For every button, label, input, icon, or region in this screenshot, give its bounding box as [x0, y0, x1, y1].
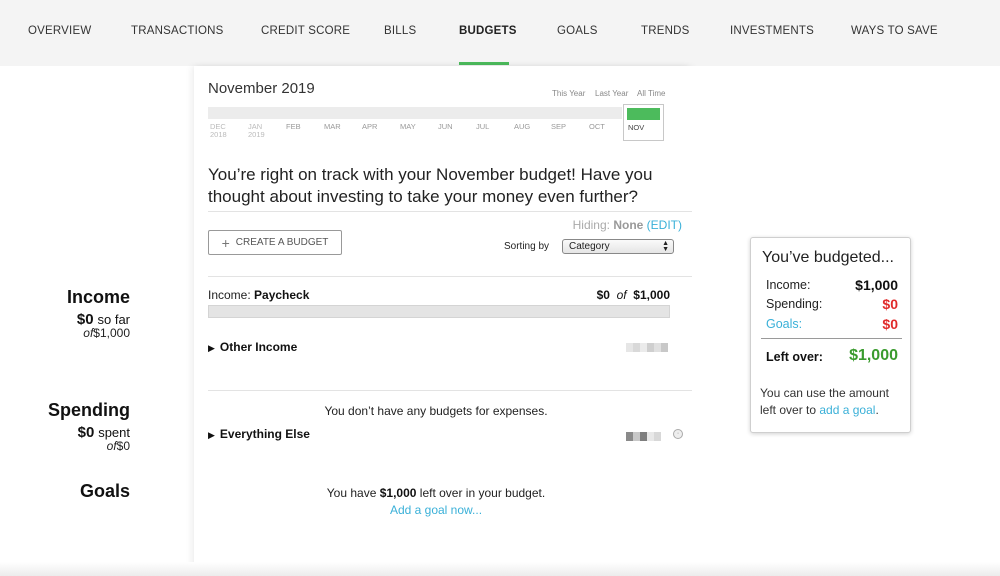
income-summary-total: of$1,000 — [83, 326, 130, 340]
timeline-month-nov: NOV — [628, 123, 645, 132]
spending-summary-title: Spending — [48, 400, 130, 420]
goals-summary: Goals — [0, 481, 130, 502]
summary-leftover-value: $1,000 — [849, 347, 898, 364]
top-navigation: OVERVIEW TRANSACTIONS CREDIT SCORE BILLS… — [0, 0, 1000, 66]
settings-icon[interactable]: · — [673, 429, 683, 439]
timeline-month-apr[interactable]: APR — [362, 123, 377, 131]
income-summary: Income $0 so far of$1,000 — [0, 287, 130, 339]
nav-tab-trends[interactable]: TRENDS — [641, 25, 689, 37]
other-income-amount-blur — [626, 343, 668, 352]
active-tab-indicator — [459, 62, 509, 65]
summary-goals-link[interactable]: Goals: — [766, 317, 802, 331]
summary-divider — [761, 338, 902, 339]
budget-summary-card: You’ve budgeted... Income: $1,000 Spendi… — [750, 237, 911, 433]
summary-spending-row: Spending: $0 — [766, 296, 898, 312]
income-progress-bar — [208, 305, 670, 318]
no-expense-budgets-message: You don’t have any budgets for expenses. — [324, 404, 548, 418]
sort-select[interactable]: Category ▲ ▼ — [562, 239, 674, 254]
range-all-time[interactable]: All Time — [637, 89, 665, 98]
summary-income-value: $1,000 — [855, 277, 898, 293]
nav-tab-bills[interactable]: BILLS — [384, 25, 416, 37]
spending-summary-total: of$0 — [106, 439, 130, 453]
timeline-month-jan[interactable]: JAN 2019 — [248, 123, 265, 139]
leftover-budget-message: You have $1,000 left over in your budget… — [326, 486, 546, 500]
summary-spending-value: $0 — [882, 296, 898, 312]
nav-tab-investments[interactable]: INVESTMENTS — [730, 25, 814, 37]
summary-note: You can use the amount left over to add … — [760, 386, 889, 417]
income-divider — [208, 390, 692, 391]
goals-summary-title: Goals — [79, 481, 130, 501]
timeline-month-may[interactable]: MAY — [400, 123, 416, 131]
timeline-month-nov-selected[interactable]: NOV — [623, 104, 664, 141]
timeline-month-mar[interactable]: MAR — [324, 123, 341, 131]
timeline-month-oct[interactable]: OCT — [589, 123, 605, 131]
nav-tab-transactions[interactable]: TRANSACTIONS — [131, 25, 224, 37]
income-budget-amount: $0 of $1,000 — [596, 288, 670, 302]
range-this-year[interactable]: This Year — [552, 89, 585, 98]
add-goal-link[interactable]: Add a goal now... — [208, 503, 664, 517]
other-income-expander[interactable]: ▶ Other Income — [208, 340, 297, 354]
plus-icon: + — [221, 234, 230, 251]
timeline-month-aug[interactable]: AUG — [514, 123, 530, 131]
everything-else-amount-blur — [626, 432, 661, 441]
expand-triangle-icon: ▶ — [208, 430, 215, 440]
edit-hidden-link[interactable]: (EDIT) — [647, 218, 682, 232]
summary-goals-row: Goals: $0 — [766, 316, 898, 332]
income-budget-label[interactable]: Income: Paycheck — [208, 288, 309, 302]
timeline-month-dec[interactable]: DEC 2018 — [210, 123, 227, 139]
nav-tab-budgets[interactable]: BUDGETS — [459, 25, 517, 37]
nav-tab-credit-score[interactable]: CREDIT SCORE — [261, 25, 350, 37]
spending-summary: Spending $0 spent of$0 — [0, 400, 130, 452]
create-budget-button[interactable]: + CREATE A BUDGET — [208, 230, 342, 255]
nav-tab-goals[interactable]: GOALS — [557, 25, 598, 37]
expand-triangle-icon: ▶ — [208, 343, 215, 353]
summary-goals-value: $0 — [882, 316, 898, 332]
range-last-year[interactable]: Last Year — [595, 89, 628, 98]
budget-status-message: You’re right on track with your November… — [208, 165, 653, 206]
sort-label: Sorting by — [504, 241, 550, 252]
month-title: November 2019 — [208, 80, 315, 97]
income-summary-title: Income — [66, 287, 130, 307]
selected-month-bar — [627, 108, 660, 120]
bottom-shadow — [0, 562, 1000, 576]
income-summary-amount: $0 so far — [76, 311, 130, 328]
budget-summary-title: You’ve budgeted... — [762, 249, 894, 266]
controls-divider — [208, 276, 692, 277]
everything-else-expander[interactable]: ▶ Everything Else — [208, 427, 310, 441]
month-timeline-track — [208, 107, 622, 119]
nav-tab-ways-to-save[interactable]: WAYS TO SAVE — [851, 25, 938, 37]
spending-summary-amount: $0 spent — [77, 424, 130, 441]
timeline-month-jun[interactable]: JUN — [438, 123, 453, 131]
timeline-month-sep[interactable]: SEP — [551, 123, 566, 131]
timeline-month-feb[interactable]: FEB — [286, 123, 301, 131]
hiding-filter: Hiding: None (EDIT) — [572, 218, 682, 232]
select-arrows-icon: ▲ ▼ — [662, 240, 669, 253]
message-divider — [208, 211, 692, 212]
timeline-month-jul[interactable]: JUL — [476, 123, 489, 131]
summary-income-row: Income: $1,000 — [766, 277, 898, 293]
nav-tab-overview[interactable]: OVERVIEW — [28, 25, 91, 37]
summary-leftover-row: Left over: $1,000 — [766, 347, 898, 364]
summary-add-goal-link[interactable]: add a goal — [819, 403, 875, 417]
